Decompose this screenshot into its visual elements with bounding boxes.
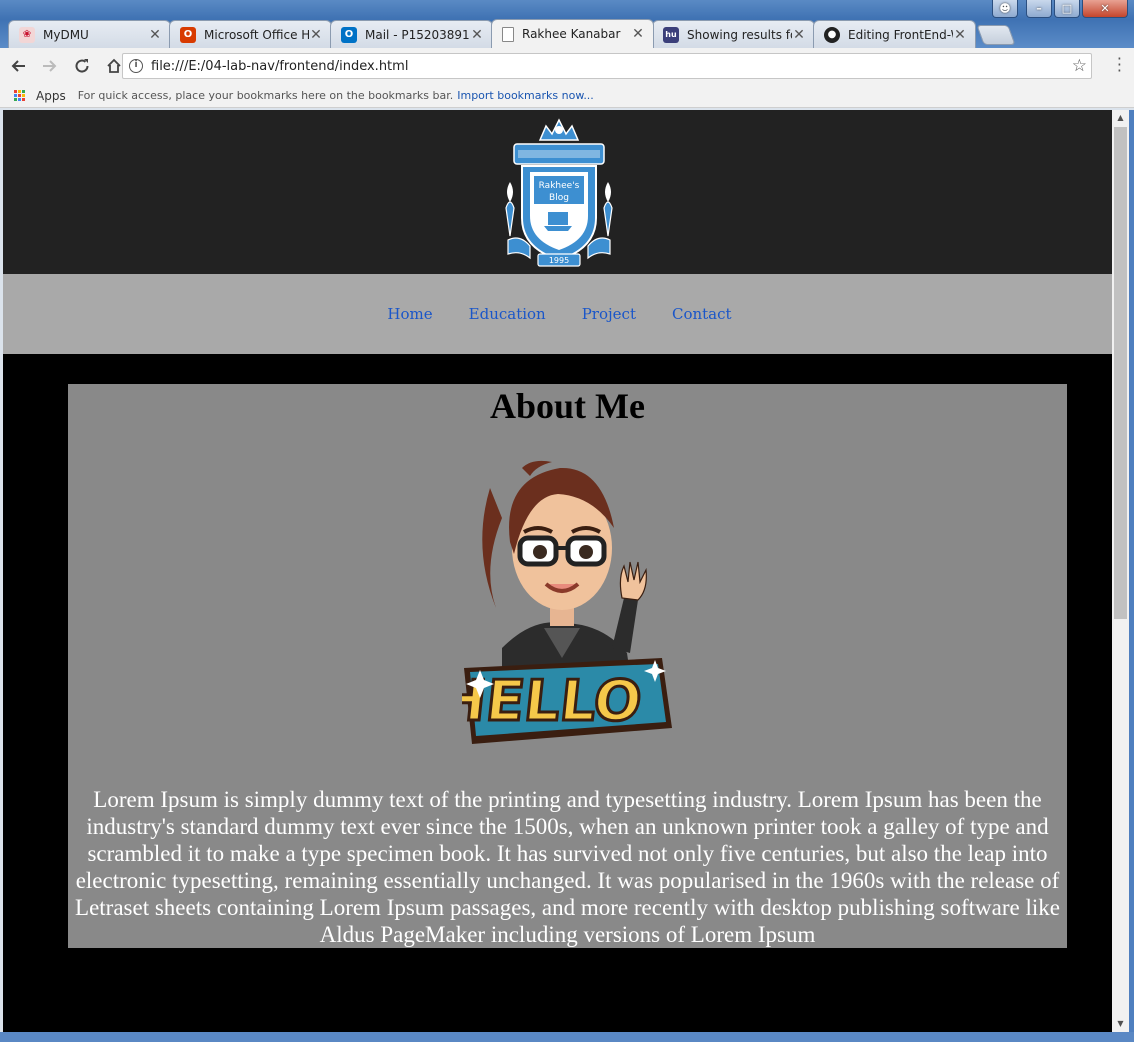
blog-crest-logo: Rakhee's Blog 1995 <box>505 118 613 267</box>
bookmark-star-icon[interactable]: ☆ <box>1072 56 1087 76</box>
tab-title: Editing FrontEnd-W <box>848 27 953 42</box>
tab-title: Showing results fo <box>687 27 792 42</box>
tab-mail[interactable]: O Mail - P15203891@ ✕ <box>330 20 493 48</box>
nav-link-project[interactable]: Project <box>582 305 636 323</box>
nav-link-education[interactable]: Education <box>469 305 546 323</box>
site-header: Rakhee's Blog 1995 <box>3 110 1112 274</box>
bookmarks-bar: Apps For quick access, place your bookma… <box>0 84 1134 108</box>
tab-showing-results[interactable]: hu Showing results fo ✕ <box>652 20 815 48</box>
logo-year: 1995 <box>549 256 569 265</box>
browser-menu-icon[interactable]: · · · <box>1117 51 1122 79</box>
forward-arrow-icon <box>43 60 57 72</box>
browser-window: ☻ – □ ✕ ❀ MyDMU ✕ O Microsoft Office Ho … <box>0 0 1134 1042</box>
nav-link-contact[interactable]: Contact <box>672 305 732 323</box>
tab-rakhee-kanabar[interactable]: Rakhee Kanabar ✕ <box>491 19 654 48</box>
github-icon: ● <box>824 26 840 43</box>
tab-title: Microsoft Office Ho <box>204 27 309 42</box>
bookmarks-hint: For quick access, place your bookmarks h… <box>77 89 454 102</box>
forward-button[interactable] <box>36 52 64 80</box>
window-controls: ☻ – □ ✕ <box>992 0 1128 18</box>
close-tab-icon[interactable]: ✕ <box>309 27 323 43</box>
title-bar: ☻ – □ ✕ ❀ MyDMU ✕ O Microsoft Office Ho … <box>0 0 1134 48</box>
scroll-thumb[interactable] <box>1114 127 1127 619</box>
user-profile-icon[interactable]: ☻ <box>992 0 1018 18</box>
outlook-icon: O <box>341 26 357 43</box>
url-text: file:///E:/04-lab-nav/frontend/index.htm… <box>151 58 409 74</box>
close-tab-icon[interactable]: ✕ <box>792 27 806 43</box>
reload-button[interactable] <box>68 52 96 80</box>
about-section: About Me HELLO Lorem Ipsum is simply dum… <box>68 384 1067 948</box>
reload-icon <box>75 59 89 73</box>
tab-title: MyDMU <box>43 27 89 42</box>
back-button[interactable] <box>4 52 32 80</box>
office-icon: O <box>180 26 196 43</box>
avatar-bitmoji-image: HELLO <box>462 460 672 744</box>
info-icon[interactable]: i <box>129 59 143 73</box>
window-frame-right <box>1129 110 1134 1042</box>
home-icon <box>107 58 121 73</box>
logo-title: Rakhee's <box>539 181 580 191</box>
tab-strip: ❀ MyDMU ✕ O Microsoft Office Ho ✕ O Mail… <box>8 19 1016 48</box>
close-tab-icon[interactable]: ✕ <box>470 27 484 43</box>
about-body-text: Lorem Ipsum is simply dummy text of the … <box>75 787 1060 947</box>
scroll-down-arrow-icon[interactable]: ▼ <box>1112 1016 1129 1032</box>
avatar-hello-text: HELLO <box>462 669 645 734</box>
back-arrow-icon <box>11 60 25 72</box>
minimize-button[interactable]: – <box>1026 0 1052 18</box>
logo-subtitle: Blog <box>549 193 569 203</box>
document-icon <box>502 26 514 42</box>
close-window-button[interactable]: ✕ <box>1082 0 1128 18</box>
close-tab-icon[interactable]: ✕ <box>631 26 645 42</box>
scroll-up-arrow-icon[interactable]: ▲ <box>1112 110 1129 126</box>
hu-icon: hu <box>663 26 679 43</box>
tab-mydmu[interactable]: ❀ MyDMU ✕ <box>8 20 171 48</box>
window-frame-bottom <box>0 1032 1134 1042</box>
apps-link[interactable]: Apps <box>36 89 66 103</box>
maximize-button[interactable]: □ <box>1054 0 1080 18</box>
about-heading: About Me <box>490 386 645 426</box>
import-bookmarks-link[interactable]: Import bookmarks now... <box>457 89 594 102</box>
site-navigation: Home Education Project Contact <box>3 274 1112 354</box>
tab-editing-frontend[interactable]: ● Editing FrontEnd-W ✕ <box>813 20 976 48</box>
tab-microsoft-office[interactable]: O Microsoft Office Ho ✕ <box>169 20 332 48</box>
vertical-scrollbar[interactable]: ▲ ▼ <box>1112 110 1129 1032</box>
tab-title: Mail - P15203891@ <box>365 27 470 42</box>
nav-link-home[interactable]: Home <box>387 305 432 323</box>
close-tab-icon[interactable]: ✕ <box>953 27 967 43</box>
dmu-icon: ❀ <box>19 26 35 43</box>
close-tab-icon[interactable]: ✕ <box>148 27 162 43</box>
page-viewport: Rakhee's Blog 1995 Home Education Projec… <box>3 110 1112 1032</box>
apps-grid-icon <box>14 89 26 102</box>
address-bar[interactable]: i file:///E:/04-lab-nav/frontend/index.h… <box>122 53 1092 79</box>
new-tab-button[interactable] <box>976 25 1016 45</box>
tab-title: Rakhee Kanabar <box>522 27 621 41</box>
browser-toolbar: i file:///E:/04-lab-nav/frontend/index.h… <box>0 48 1134 84</box>
